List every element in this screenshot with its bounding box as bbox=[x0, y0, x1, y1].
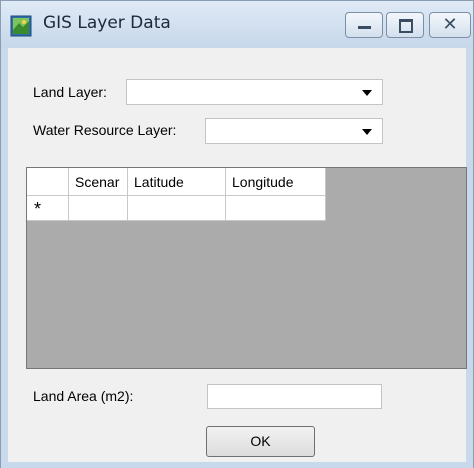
scenario-data-grid[interactable]: Scenar Latitude Longitude * bbox=[26, 167, 467, 369]
land-layer-dropdown[interactable] bbox=[126, 79, 383, 105]
window-title: GIS Layer Data bbox=[43, 13, 171, 33]
water-resource-layer-label: Water Resource Layer: bbox=[33, 122, 177, 138]
minimize-button[interactable] bbox=[345, 12, 383, 38]
new-row-marker: * bbox=[27, 196, 69, 221]
row-header-corner bbox=[27, 168, 69, 196]
land-area-label: Land Area (m2): bbox=[33, 388, 134, 404]
maximize-button[interactable] bbox=[386, 12, 424, 38]
title-bar[interactable]: GIS Layer Data ✕ bbox=[1, 1, 473, 48]
column-header-latitude[interactable]: Latitude bbox=[128, 168, 226, 196]
window-bottom-border bbox=[1, 462, 473, 468]
gis-app-icon bbox=[10, 15, 32, 37]
ok-button[interactable]: OK bbox=[206, 426, 315, 457]
chevron-down-icon[interactable] bbox=[362, 90, 372, 96]
column-header-scenario[interactable]: Scenar bbox=[69, 168, 128, 196]
chevron-down-icon[interactable] bbox=[362, 129, 372, 135]
land-layer-label: Land Layer: bbox=[33, 84, 107, 100]
new-row-scenario-cell[interactable] bbox=[69, 196, 128, 221]
water-resource-layer-dropdown[interactable] bbox=[205, 118, 383, 144]
dialog-body: Land Layer: Water Resource Layer: Scenar… bbox=[8, 48, 467, 462]
gis-layer-data-window: GIS Layer Data ✕ Land Layer: Water Resou… bbox=[0, 0, 474, 468]
new-row-longitude-cell[interactable] bbox=[226, 196, 326, 221]
column-header-longitude[interactable]: Longitude bbox=[226, 168, 326, 196]
close-button[interactable]: ✕ bbox=[429, 12, 471, 38]
land-area-field[interactable] bbox=[207, 384, 382, 409]
new-row-latitude-cell[interactable] bbox=[128, 196, 226, 221]
close-icon: ✕ bbox=[442, 14, 458, 35]
